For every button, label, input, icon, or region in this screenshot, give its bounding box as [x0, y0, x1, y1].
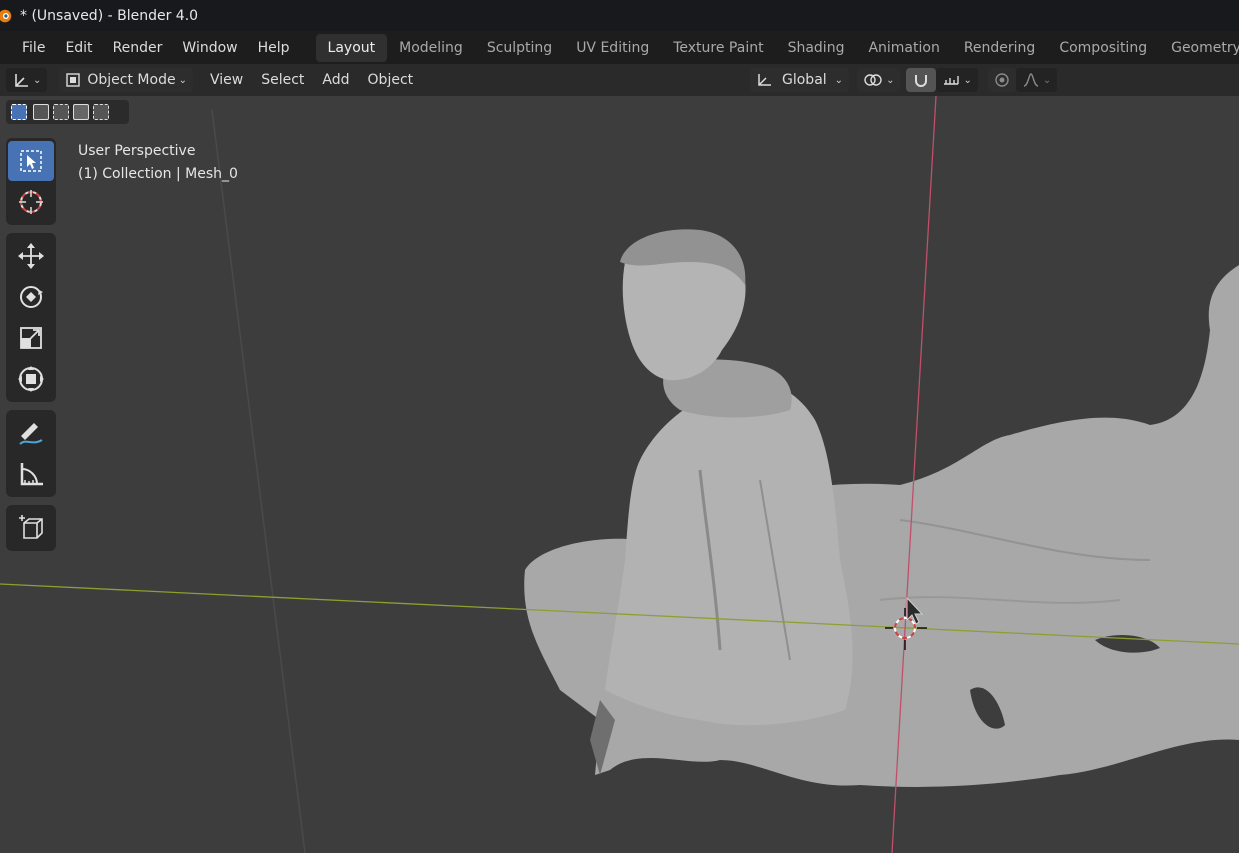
tab-animation[interactable]: Animation	[856, 34, 951, 62]
scale-icon	[20, 327, 42, 349]
transform-orientation-dropdown[interactable]: Global ⌄	[750, 68, 850, 92]
view-name: User Perspective	[78, 143, 196, 159]
falloff-dropdown[interactable]: ⌄	[1015, 68, 1058, 92]
tool-group-select	[6, 138, 56, 225]
select-extend-icon[interactable]	[33, 104, 49, 120]
top-menu-bar: File Edit Render Window Help Layout Mode…	[0, 31, 1239, 64]
orientation-label: Global	[782, 72, 827, 88]
proportional-edit-icon	[995, 73, 1009, 87]
tool-group-add	[6, 505, 56, 551]
menu-render[interactable]: Render	[103, 40, 173, 56]
tab-compositing[interactable]: Compositing	[1047, 34, 1159, 62]
annotate-icon	[19, 423, 43, 445]
pivot-icon	[864, 74, 882, 86]
tool-annotate[interactable]	[8, 413, 54, 453]
select-intersect-icon[interactable]	[93, 104, 109, 120]
workspace-tabs: Layout Modeling Sculpting UV Editing Tex…	[315, 33, 1239, 62]
header-right-tools: Global ⌄ ⌄ ⌄ ⌄	[750, 68, 1058, 92]
mode-dropdown[interactable]: Object Mode ⌄	[59, 68, 193, 92]
header-menu-view[interactable]: View	[201, 72, 252, 88]
tool-select-box[interactable]	[8, 141, 54, 181]
tool-scale[interactable]	[8, 318, 54, 358]
tab-uv-editing[interactable]: UV Editing	[564, 34, 661, 62]
tab-modeling[interactable]: Modeling	[387, 34, 475, 62]
tab-sculpting[interactable]: Sculpting	[475, 34, 564, 62]
blender-logo-icon	[0, 9, 12, 22]
add-cube-icon	[19, 515, 43, 539]
tool-measure[interactable]	[8, 454, 54, 494]
proportional-edit-toggle[interactable]	[987, 68, 1016, 92]
header-menu-object[interactable]: Object	[359, 72, 423, 88]
orientation-icon	[758, 74, 771, 86]
snap-increment-icon	[944, 76, 960, 85]
measure-icon	[20, 463, 43, 486]
3d-viewport[interactable]	[0, 96, 1239, 853]
tool-group-transform	[6, 233, 56, 402]
tab-texture-paint[interactable]: Texture Paint	[661, 34, 775, 62]
menu-file[interactable]: File	[12, 40, 55, 56]
tool-cursor[interactable]	[8, 182, 54, 222]
tool-rotate[interactable]	[8, 277, 54, 317]
chevron-down-icon: ⌄	[1042, 74, 1052, 86]
snap-target-dropdown[interactable]: ⌄	[936, 68, 978, 92]
collection-info: (1) Collection | Mesh_0	[78, 166, 238, 182]
menu-window[interactable]: Window	[172, 40, 247, 56]
grid-line	[211, 109, 306, 853]
transform-icon	[18, 366, 44, 392]
tool-move[interactable]	[8, 236, 54, 276]
snapping-toggle[interactable]	[906, 68, 937, 92]
object-mode-icon	[66, 73, 81, 87]
tab-geometry[interactable]: Geometry	[1159, 34, 1239, 62]
tab-layout[interactable]: Layout	[315, 33, 388, 62]
pivot-point-dropdown[interactable]: ⌄	[857, 68, 901, 92]
viewport-info: User Perspective (1) Collection | Mesh_0	[78, 140, 238, 186]
falloff-curve-icon	[1023, 73, 1039, 87]
header-menu-add[interactable]: Add	[313, 72, 358, 88]
select-invert-icon[interactable]	[73, 104, 89, 120]
rotate-icon	[20, 286, 43, 308]
chevron-down-icon: ⌄	[963, 74, 972, 86]
tab-shading[interactable]: Shading	[776, 34, 857, 62]
tab-rendering[interactable]: Rendering	[952, 34, 1048, 62]
window-title: * (Unsaved) - Blender 4.0	[20, 7, 199, 24]
menu-help[interactable]: Help	[248, 40, 300, 56]
mode-label: Object Mode	[87, 72, 176, 88]
select-box-icon	[20, 150, 42, 172]
header-menu-select[interactable]: Select	[252, 72, 313, 88]
axes-icon	[15, 74, 28, 87]
chevron-down-icon: ⌄	[886, 74, 895, 86]
tool-transform[interactable]	[8, 359, 54, 399]
scanned-mesh[interactable]	[524, 229, 1239, 787]
select-mode-row	[6, 100, 129, 124]
chevron-down-icon: ⌄	[33, 74, 42, 86]
select-subtract-icon[interactable]	[53, 104, 69, 120]
chevron-down-icon: ⌄	[178, 74, 187, 86]
magnet-icon	[915, 75, 928, 87]
select-new-icon[interactable]	[11, 104, 27, 120]
cursor-icon	[19, 190, 43, 214]
title-bar: * (Unsaved) - Blender 4.0	[0, 0, 1239, 31]
move-icon	[18, 243, 44, 269]
editor-type-button[interactable]: ⌄	[6, 68, 48, 92]
chevron-down-icon: ⌄	[834, 74, 844, 86]
tool-group-annotate	[6, 410, 56, 497]
viewport-header: ⌄ Object Mode ⌄ View Select Add Object Gl…	[0, 64, 1239, 96]
tool-shelf	[6, 138, 56, 559]
menu-edit[interactable]: Edit	[55, 40, 102, 56]
tool-add-cube[interactable]	[8, 508, 54, 548]
